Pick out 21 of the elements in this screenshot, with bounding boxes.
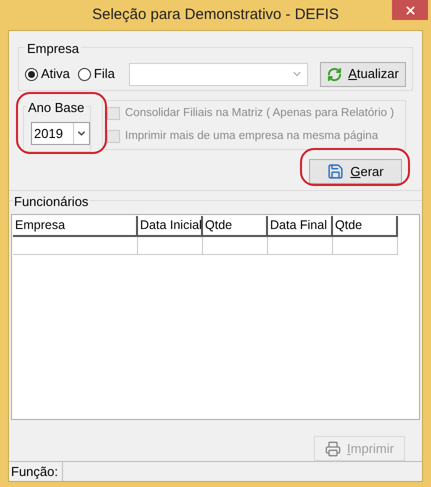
printer-icon — [325, 440, 342, 456]
table-cell — [268, 237, 333, 255]
year-dropdown[interactable]: 2019 — [31, 122, 90, 145]
close-button[interactable] — [392, 0, 428, 20]
table-cell — [203, 237, 268, 255]
radio-option[interactable]: Fila — [78, 64, 115, 84]
column-header[interactable]: Data Final — [268, 216, 333, 237]
refresh-button[interactable]: Atualizar — [320, 62, 406, 86]
table-cell — [138, 237, 203, 255]
status-text: Função: — [9, 462, 63, 481]
refresh-icon — [327, 66, 342, 82]
column-header[interactable]: Qtde — [333, 216, 398, 237]
window-title: Seleção para Demonstrativo - DEFIS — [92, 4, 339, 25]
table-cell — [333, 237, 398, 255]
column-header[interactable]: Data Inicial — [138, 216, 203, 237]
column-header[interactable]: Qtde — [203, 216, 268, 237]
column-header[interactable]: Empresa — [13, 216, 138, 237]
save-icon — [327, 163, 344, 180]
radio-option[interactable]: Ativa — [25, 64, 70, 84]
generate-button[interactable]: Gerar — [309, 159, 402, 184]
close-icon — [404, 4, 416, 16]
